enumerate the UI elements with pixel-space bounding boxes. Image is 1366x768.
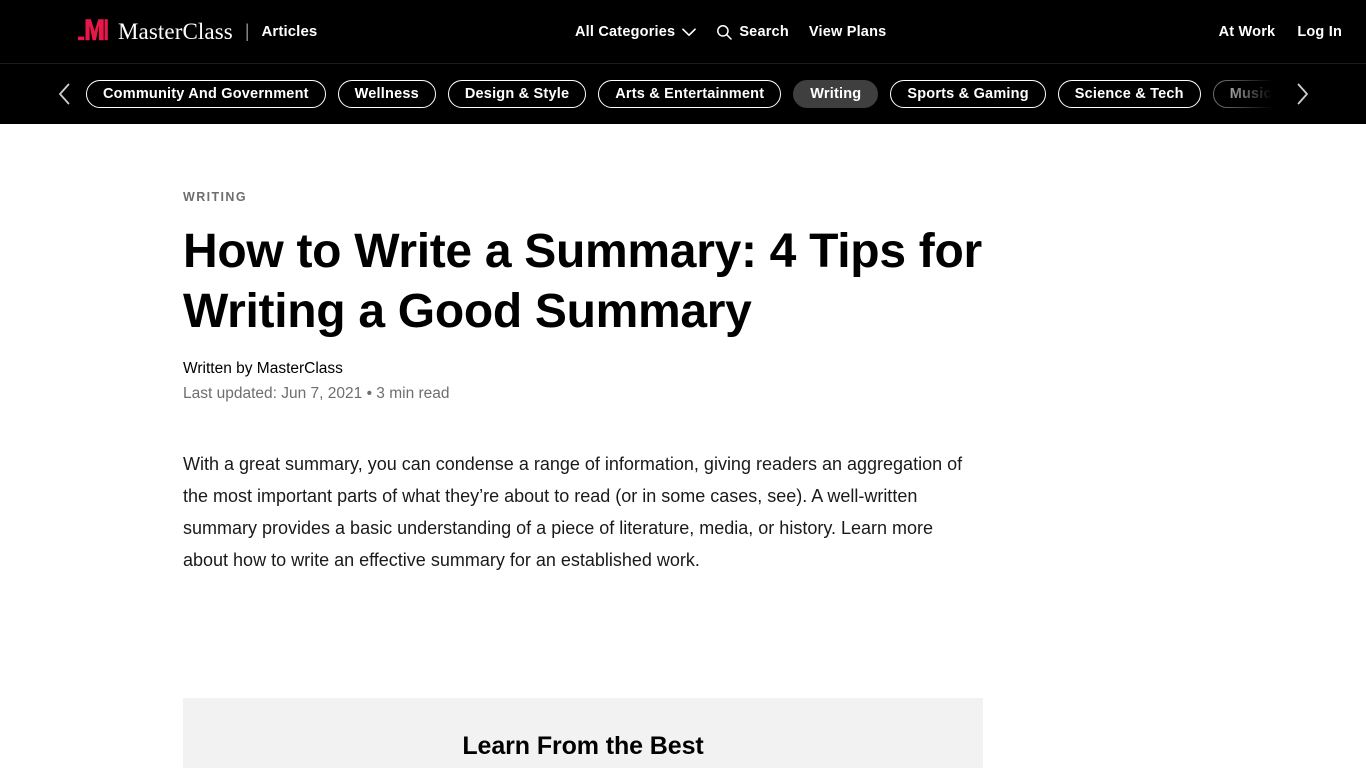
pill-label: Science & Tech	[1074, 85, 1184, 102]
chevron-right-icon	[1296, 83, 1309, 105]
search-icon	[716, 24, 733, 40]
view-plans-label: View Plans	[808, 24, 887, 40]
pill-label: Community And Government	[103, 85, 309, 102]
at-work-label: At Work	[1218, 24, 1276, 40]
pill-label: Sports & Gaming	[907, 85, 1029, 102]
category-pill-sports-and-gaming[interactable]: Sports & Gaming	[890, 80, 1046, 108]
masterclass-m-logo-icon	[78, 18, 108, 46]
primary-nav-group: All Categories Search View Plans	[575, 0, 886, 64]
category-pill-arts-and-entertainment[interactable]: Arts & Entertainment	[598, 80, 782, 108]
view-plans-link[interactable]: View Plans	[809, 24, 887, 40]
article-meta: Last updated: Jun 7, 2021 • 3 min read	[183, 385, 450, 403]
at-work-link[interactable]: At Work	[1219, 24, 1276, 40]
chevron-left-icon	[58, 83, 71, 105]
category-rail: Community And Government Wellness Design…	[0, 64, 1366, 124]
category-pill-list[interactable]: Community And Government Wellness Design…	[86, 64, 1289, 124]
category-pill-music[interactable]: Music	[1212, 80, 1289, 108]
learn-from-the-best-panel: Learn From the Best	[183, 697, 983, 768]
pill-label: Writing	[810, 85, 862, 102]
pill-label: Music	[1229, 85, 1272, 102]
log-in-link[interactable]: Log In	[1297, 24, 1342, 40]
article-lede-paragraph: With a great summary, you can condense a…	[183, 453, 963, 570]
masterclass-articles-logo-link[interactable]: MasterClass | Articles	[78, 0, 317, 64]
article-category-eyebrow: WRITING	[183, 190, 247, 204]
chevron-down-icon	[682, 25, 697, 41]
page-title: How to Write a Summary: 4 Tips for Writi…	[183, 225, 982, 338]
secondary-nav-group: At Work Log In	[1219, 0, 1342, 64]
pill-label: Wellness	[354, 85, 419, 102]
log-in-label: Log In	[1297, 24, 1342, 40]
brand-wordmark: MasterClass	[118, 18, 233, 44]
brand-section-label: Articles	[261, 23, 318, 40]
article-header: WRITING How to Write a Summary: 4 Tips f…	[183, 124, 983, 576]
rail-scroll-right-button[interactable]	[1282, 64, 1322, 124]
pill-label: Design & Style	[464, 85, 570, 102]
search-label: Search	[739, 24, 789, 40]
all-categories-dropdown[interactable]: All Categories	[575, 23, 697, 41]
category-pill-design-and-style[interactable]: Design & Style	[447, 80, 587, 108]
article-byline: Written by MasterClass	[183, 360, 343, 378]
pill-label: Arts & Entertainment	[615, 85, 765, 102]
promo-heading: Learn From the Best	[462, 731, 704, 760]
category-pill-wellness[interactable]: Wellness	[337, 80, 436, 108]
page-body: WRITING How to Write a Summary: 4 Tips f…	[0, 124, 1366, 768]
brand-separator: |	[244, 21, 250, 41]
top-navigation-bar: MasterClass | Articles All Categories Se…	[0, 0, 1366, 64]
category-pill-science-and-tech[interactable]: Science & Tech	[1057, 80, 1201, 108]
category-pill-writing[interactable]: Writing	[793, 80, 879, 108]
all-categories-label: All Categories	[575, 24, 676, 40]
rail-scroll-left-button[interactable]	[44, 64, 84, 124]
search-button[interactable]: Search	[716, 24, 789, 40]
category-pill-community-and-government[interactable]: Community And Government	[86, 80, 326, 108]
